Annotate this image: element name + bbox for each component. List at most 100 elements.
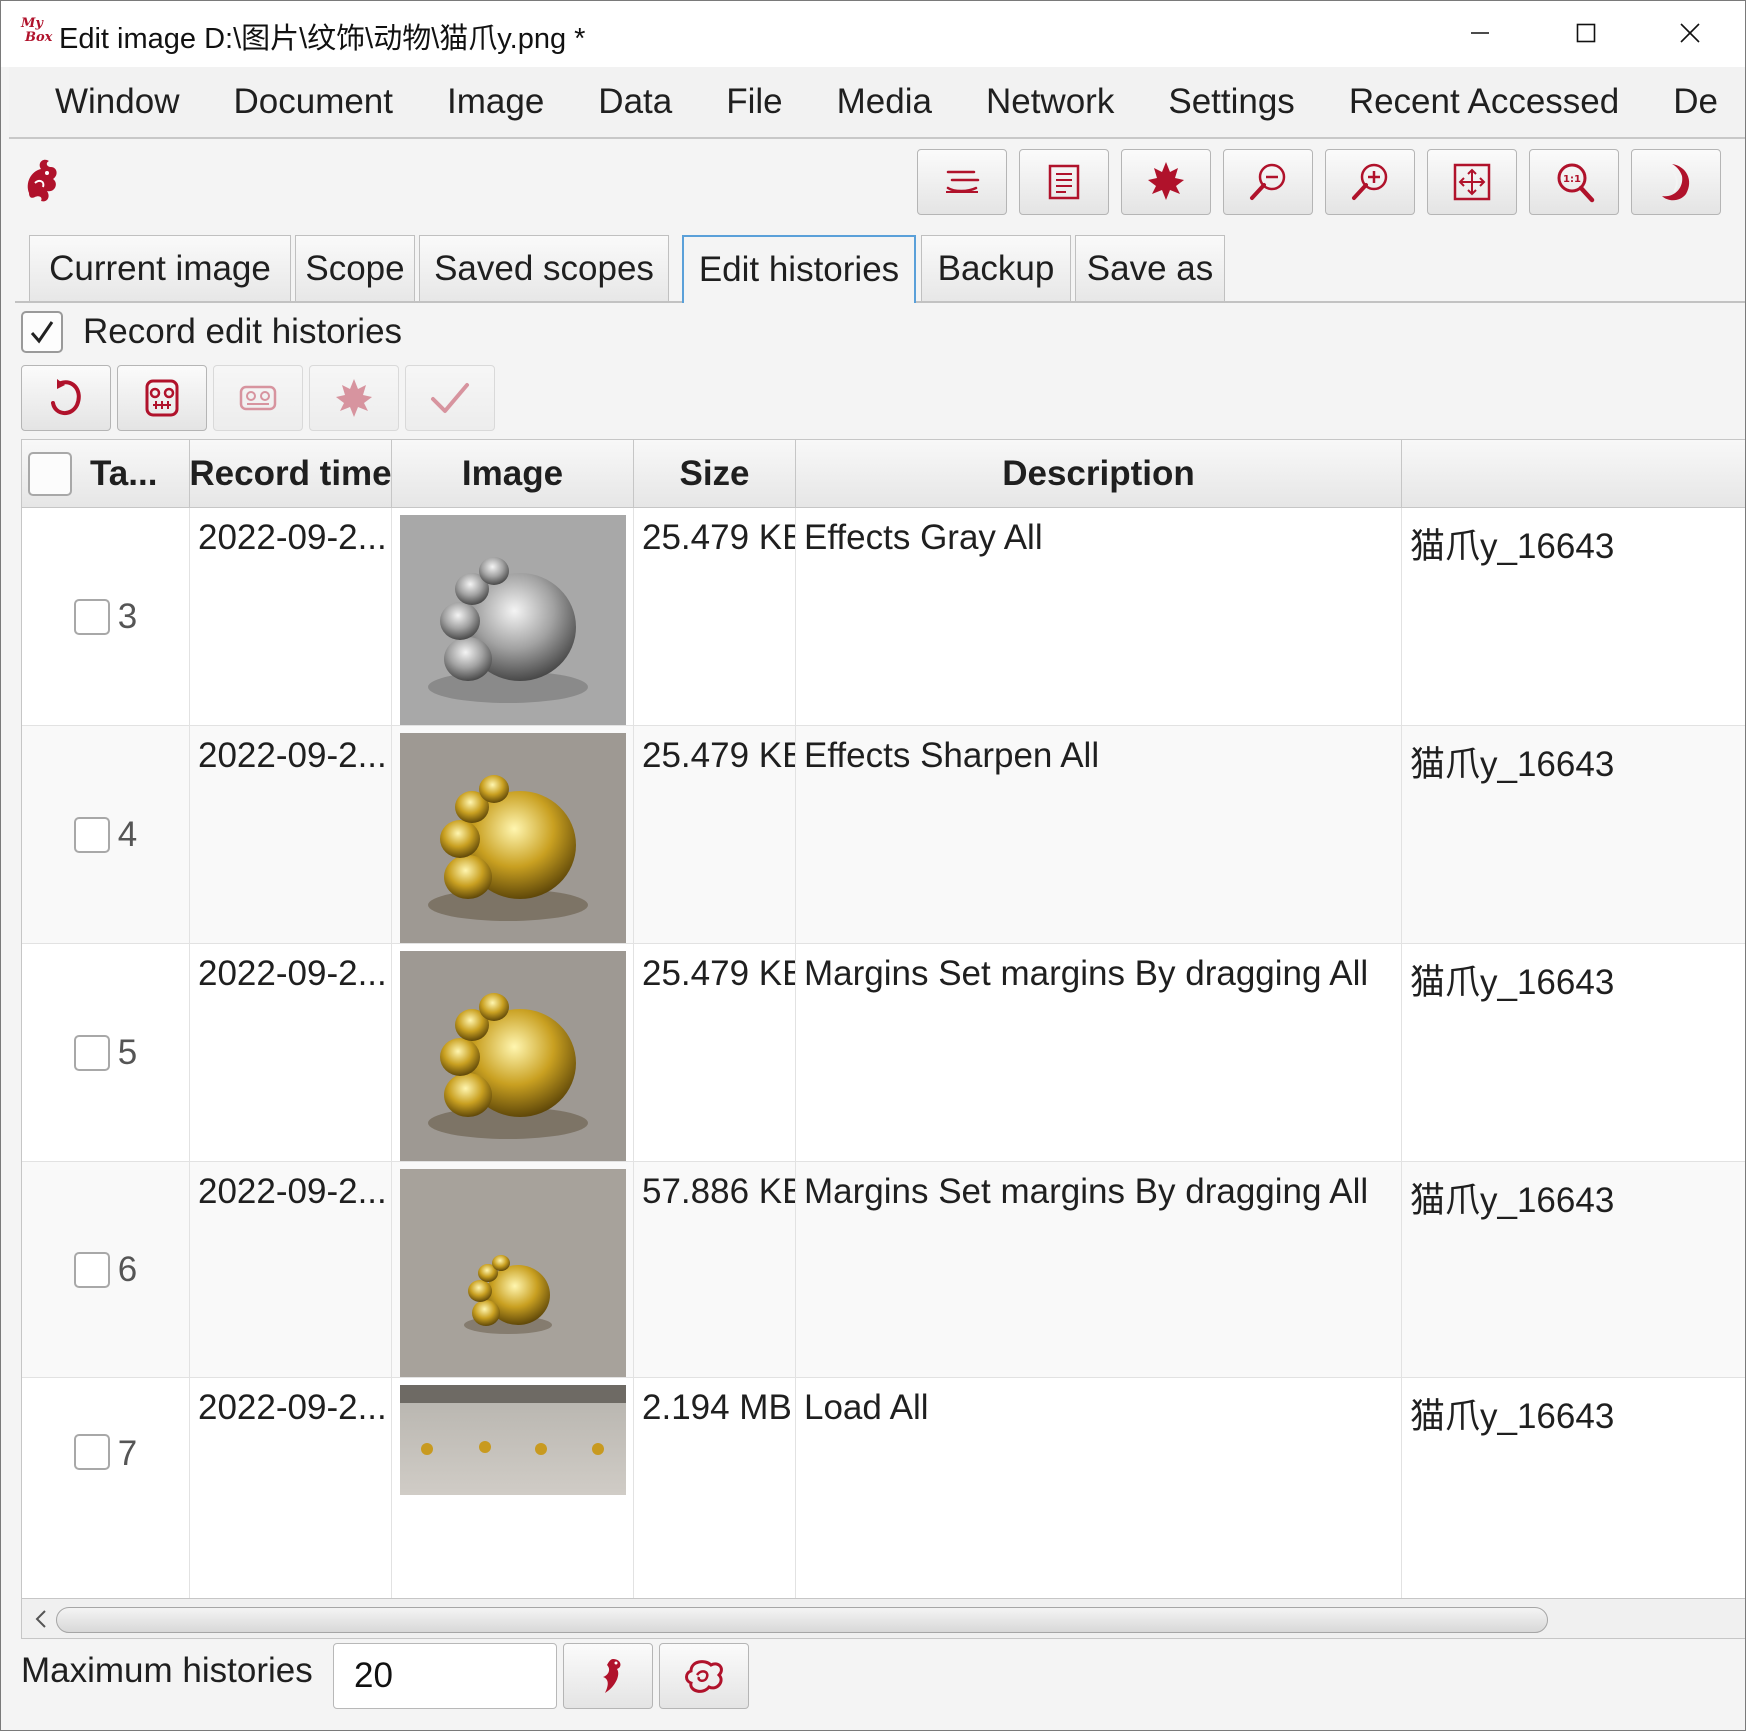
description-cell: Margins Set margins By dragging All [796, 944, 1402, 1161]
tab-backup[interactable]: Backup [921, 235, 1071, 301]
document-icon [1048, 164, 1080, 200]
row-checkbox[interactable] [73, 1434, 110, 1470]
description-cell: Margins Set margins By dragging All [796, 1162, 1402, 1377]
clear-button[interactable] [213, 365, 303, 431]
menu-settings[interactable]: Settings [1141, 67, 1321, 137]
image-cell [392, 1162, 634, 1377]
file-cell: 猫爪y_16643 [1402, 944, 1745, 1161]
maximize-icon [1576, 23, 1596, 43]
size-cell: 25.479 KB [634, 508, 796, 725]
table-row[interactable]: 4 2022-09-2... 25.479 KB Effects Sharpen… [22, 726, 1745, 944]
record-time-cell: 2022-09-2... [190, 1378, 392, 1598]
row-index: 6 [117, 1249, 138, 1289]
thumbnail-gold-paw [400, 733, 626, 943]
scroll-button[interactable] [917, 149, 1007, 215]
moon-button[interactable] [1631, 149, 1721, 215]
chevron-left-icon [35, 1610, 46, 1628]
index-cell: 3 [22, 508, 190, 725]
maximum-histories-input[interactable]: 20 [333, 1643, 557, 1709]
file-cell: 猫爪y_16643 [1402, 508, 1745, 725]
logo-line-1: My [21, 16, 43, 31]
table-row[interactable]: 7 2022-09-2... 2.194 MB Load All 猫爪y_166… [22, 1378, 1745, 1598]
column-header-file[interactable] [1402, 440, 1745, 508]
row-checkbox[interactable] [73, 1251, 110, 1288]
view-button[interactable] [309, 365, 399, 431]
record-histories-label: Record edit histories [83, 312, 403, 351]
tab-save-as[interactable]: Save as [1075, 235, 1225, 301]
row-index: 7 [117, 1434, 138, 1473]
maple-leaf-button[interactable] [1121, 149, 1211, 215]
minimize-icon [1471, 32, 1489, 34]
refresh-icon [51, 379, 81, 415]
tab-current-image[interactable]: Current image [29, 235, 291, 301]
size-cell: 57.886 KB [634, 1162, 796, 1377]
horizontal-scrollbar[interactable] [21, 1599, 1745, 1639]
menu-data[interactable]: Data [571, 67, 699, 137]
menu-media[interactable]: Media [810, 67, 959, 137]
record-time-cell: 2022-09-2... [190, 1162, 392, 1377]
table-row[interactable]: 3 2022-09-2... 25.479 KB Effects Gray Al… [22, 508, 1745, 726]
record-time-cell: 2022-09-2... [190, 944, 392, 1161]
index-cell: 6 [22, 1162, 190, 1377]
ok-button[interactable] [405, 365, 495, 431]
file-cell: 猫爪y_16643 [1402, 726, 1745, 943]
row-index: 4 [117, 814, 138, 854]
column-header-image[interactable]: Image [392, 440, 634, 508]
row-checkbox[interactable] [73, 598, 110, 635]
index-cell: 4 [22, 726, 190, 943]
size-cell: 25.479 KB [634, 726, 796, 943]
menu-document[interactable]: Document [206, 67, 420, 137]
tab-bar: Current image Scope Saved scopes Edit hi… [15, 233, 1745, 303]
table-row[interactable]: 5 2022-09-2... 25.479 KB Margins Set mar… [22, 944, 1745, 1162]
settings-swirl-button[interactable] [659, 1643, 749, 1709]
menu-bar: Window Document Image Data File Media Ne… [9, 67, 1745, 139]
minimize-button[interactable] [1445, 9, 1515, 57]
table-header: Ta... Record time Image Size Description [22, 440, 1745, 508]
tab-saved-scopes[interactable]: Saved scopes [419, 235, 669, 301]
thumbnail-four-paws [400, 1385, 626, 1495]
apply-maximum-button[interactable] [563, 1643, 653, 1709]
menu-development[interactable]: De [1646, 67, 1745, 137]
close-button[interactable] [1655, 9, 1725, 57]
zoom-in-button[interactable] [1325, 149, 1415, 215]
tab-scope[interactable]: Scope [295, 235, 415, 301]
delete-button[interactable] [117, 365, 207, 431]
menu-recent-accessed[interactable]: Recent Accessed [1322, 67, 1646, 137]
bird-icon [603, 1659, 621, 1693]
thumbnail-gold-paw [400, 951, 626, 1161]
record-histories-checkbox[interactable] [21, 311, 63, 353]
tab-edit-histories[interactable]: Edit histories [682, 235, 916, 303]
select-all-checkbox[interactable] [28, 452, 72, 496]
refresh-button[interactable] [21, 365, 111, 431]
fit-screen-button[interactable] [1427, 149, 1517, 215]
menu-network[interactable]: Network [959, 67, 1141, 137]
menu-file[interactable]: File [699, 67, 809, 137]
index-cell: 7 [22, 1378, 190, 1598]
svg-text:1:1: 1:1 [1563, 174, 1581, 185]
menu-image[interactable]: Image [420, 67, 571, 137]
column-header-index-label: Ta... [90, 454, 158, 493]
moon-icon [1662, 164, 1690, 201]
row-checkbox[interactable] [73, 816, 110, 853]
table-row[interactable]: 6 2022-09-2... 57.886 KB Margins Set mar… [22, 1162, 1745, 1378]
row-checkbox[interactable] [73, 1034, 110, 1071]
zoom-out-button[interactable] [1223, 149, 1313, 215]
app-window: My Box Edit image D:\图片\纹饰\动物\猫爪y.png * … [0, 0, 1746, 1731]
actual-size-button[interactable]: 1:1 [1529, 149, 1619, 215]
delete-icon [145, 379, 179, 417]
fit-screen-icon [1453, 163, 1491, 201]
scroll-left-button[interactable] [28, 1605, 54, 1633]
file-cell: 猫爪y_16643 [1402, 1162, 1745, 1377]
description-cell: Effects Gray All [796, 508, 1402, 725]
column-header-record-time[interactable]: Record time [190, 440, 392, 508]
column-header-description[interactable]: Description [796, 440, 1402, 508]
column-header-index[interactable]: Ta... [22, 440, 190, 508]
maximize-button[interactable] [1551, 9, 1621, 57]
menu-window[interactable]: Window [9, 67, 206, 137]
ok-icon [431, 383, 469, 413]
zoom-out-icon [1250, 163, 1286, 200]
scrollbar-thumb[interactable] [56, 1607, 1548, 1633]
document-button[interactable] [1019, 149, 1109, 215]
column-header-size[interactable]: Size [634, 440, 796, 508]
maximum-histories-label: Maximum histories [21, 1651, 313, 1690]
